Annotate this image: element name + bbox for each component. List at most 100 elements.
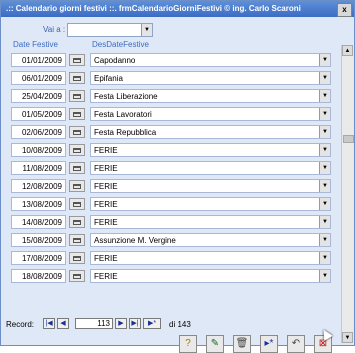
table-row: 18/08/2009 FERIE ▼ bbox=[11, 269, 337, 285]
desc-value: Capodanno bbox=[94, 56, 136, 65]
new-button[interactable]: ▸* bbox=[260, 335, 278, 353]
table-row: 12/08/2009 FERIE ▼ bbox=[11, 179, 337, 195]
desc-combo[interactable]: FERIE ▼ bbox=[90, 215, 331, 229]
title-bar: .:: Calendario giorni festivi ::. frmCal… bbox=[1, 1, 354, 17]
scroll-down-icon[interactable]: ▼ bbox=[342, 332, 353, 343]
calendar-button[interactable] bbox=[69, 198, 85, 210]
chevron-down-icon[interactable]: ▼ bbox=[319, 252, 330, 264]
desc-value: FERIE bbox=[94, 218, 118, 227]
calendar-icon bbox=[73, 58, 81, 63]
chevron-down-icon[interactable]: ▼ bbox=[319, 108, 330, 120]
desc-value: FERIE bbox=[94, 272, 118, 281]
desc-combo[interactable]: Festa Lavoratori ▼ bbox=[90, 107, 331, 121]
last-record-button[interactable]: ▶| bbox=[129, 318, 141, 329]
chevron-down-icon[interactable]: ▼ bbox=[319, 198, 330, 210]
calendar-icon bbox=[73, 202, 81, 207]
calendar-button[interactable] bbox=[69, 108, 85, 120]
chevron-down-icon[interactable]: ▼ bbox=[319, 72, 330, 84]
first-record-button[interactable]: |◀ bbox=[43, 318, 55, 329]
calendar-button[interactable] bbox=[69, 72, 85, 84]
date-field[interactable]: 10/08/2009 bbox=[11, 143, 66, 157]
table-row: 17/08/2009 FERIE ▼ bbox=[11, 251, 337, 267]
desc-combo[interactable]: Capodanno ▼ bbox=[90, 53, 331, 67]
calendar-button[interactable] bbox=[69, 252, 85, 264]
date-field[interactable]: 13/08/2009 bbox=[11, 197, 66, 211]
calendar-button[interactable] bbox=[69, 180, 85, 192]
calendar-icon bbox=[73, 130, 81, 135]
calendar-icon bbox=[73, 148, 81, 153]
table-row: 02/06/2009 Festa Repubblica ▼ bbox=[11, 125, 337, 141]
date-field[interactable]: 02/06/2009 bbox=[11, 125, 66, 139]
calendar-button[interactable] bbox=[69, 54, 85, 66]
date-field[interactable]: 12/08/2009 bbox=[11, 179, 66, 193]
chevron-down-icon[interactable]: ▼ bbox=[319, 90, 330, 102]
calendar-button[interactable] bbox=[69, 144, 85, 156]
date-field[interactable]: 25/04/2009 bbox=[11, 89, 66, 103]
date-field[interactable]: 15/08/2009 bbox=[11, 233, 66, 247]
window-title: .:: Calendario giorni festivi ::. frmCal… bbox=[6, 4, 301, 13]
desc-value: Festa Liberazione bbox=[94, 92, 158, 101]
desc-value: Festa Repubblica bbox=[94, 128, 157, 137]
prev-record-button[interactable]: ◀ bbox=[57, 318, 69, 329]
desc-combo[interactable]: Festa Liberazione ▼ bbox=[90, 89, 331, 103]
table-row: 13/08/2009 FERIE ▼ bbox=[11, 197, 337, 213]
edit-button[interactable]: ✎ bbox=[206, 335, 224, 353]
chevron-down-icon[interactable]: ▼ bbox=[319, 126, 330, 138]
column-header-desc: DesDateFestive bbox=[92, 40, 149, 49]
desc-value: FERIE bbox=[94, 146, 118, 155]
chevron-down-icon[interactable]: ▼ bbox=[319, 180, 330, 192]
desc-combo[interactable]: Assunzione M. Vergine ▼ bbox=[90, 233, 331, 247]
table-row: 06/01/2009 Epifania ▼ bbox=[11, 71, 337, 87]
vertical-scrollbar[interactable]: ▲ ▼ bbox=[341, 45, 354, 343]
desc-combo[interactable]: FERIE ▼ bbox=[90, 143, 331, 157]
undo-button[interactable]: ↶ bbox=[287, 335, 305, 353]
scroll-up-icon[interactable]: ▲ bbox=[342, 45, 353, 56]
calendar-button[interactable] bbox=[69, 216, 85, 228]
chevron-down-icon[interactable]: ▼ bbox=[141, 24, 152, 36]
chevron-down-icon[interactable]: ▼ bbox=[319, 162, 330, 174]
date-field[interactable]: 01/05/2009 bbox=[11, 107, 66, 121]
desc-combo[interactable]: FERIE ▼ bbox=[90, 179, 331, 193]
date-field[interactable]: 11/08/2009 bbox=[11, 161, 66, 175]
calendar-icon bbox=[73, 184, 81, 189]
desc-combo[interactable]: FERIE ▼ bbox=[90, 269, 331, 283]
chevron-down-icon[interactable]: ▼ bbox=[319, 234, 330, 246]
calendar-button[interactable] bbox=[69, 162, 85, 174]
record-count: di 143 bbox=[169, 320, 191, 329]
desc-value: Epifania bbox=[94, 74, 123, 83]
desc-combo[interactable]: FERIE ▼ bbox=[90, 251, 331, 265]
chevron-down-icon[interactable]: ▼ bbox=[319, 216, 330, 228]
chevron-down-icon[interactable]: ▼ bbox=[319, 144, 330, 156]
scroll-thumb[interactable] bbox=[343, 135, 354, 143]
desc-combo[interactable]: Epifania ▼ bbox=[90, 71, 331, 85]
desc-combo[interactable]: Festa Repubblica ▼ bbox=[90, 125, 331, 139]
chevron-down-icon[interactable]: ▼ bbox=[319, 54, 330, 66]
date-field[interactable]: 17/08/2009 bbox=[11, 251, 66, 265]
calendar-button[interactable] bbox=[69, 90, 85, 102]
table-row: 01/05/2009 Festa Lavoratori ▼ bbox=[11, 107, 337, 123]
date-field[interactable]: 14/08/2009 bbox=[11, 215, 66, 229]
date-field[interactable]: 06/01/2009 bbox=[11, 71, 66, 85]
date-field[interactable]: 01/01/2009 bbox=[11, 53, 66, 67]
chevron-down-icon[interactable]: ▼ bbox=[319, 270, 330, 282]
delete-button[interactable]: 🗑 bbox=[233, 335, 251, 353]
new-record-button[interactable]: ▶* bbox=[143, 318, 161, 329]
calendar-button[interactable] bbox=[69, 234, 85, 246]
vai-a-combo[interactable]: ▼ bbox=[67, 23, 153, 37]
record-label: Record: bbox=[6, 320, 35, 329]
calendar-icon bbox=[73, 220, 81, 225]
form-body: Vai a : ▼ Date Festive DesDateFestive 01… bbox=[1, 17, 354, 353]
desc-value: FERIE bbox=[94, 254, 118, 263]
desc-combo[interactable]: FERIE ▼ bbox=[90, 197, 331, 211]
calendar-icon bbox=[73, 256, 81, 261]
calendar-button[interactable] bbox=[69, 126, 85, 138]
calendar-icon bbox=[73, 166, 81, 171]
date-field[interactable]: 18/08/2009 bbox=[11, 269, 66, 283]
next-record-button[interactable]: ▶ bbox=[115, 318, 127, 329]
calendar-icon bbox=[73, 76, 81, 81]
record-number-input[interactable]: 113 bbox=[75, 318, 113, 329]
close-button[interactable]: x bbox=[337, 3, 352, 17]
help-button[interactable]: ? bbox=[179, 335, 197, 353]
calendar-button[interactable] bbox=[69, 270, 85, 282]
desc-combo[interactable]: FERIE ▼ bbox=[90, 161, 331, 175]
